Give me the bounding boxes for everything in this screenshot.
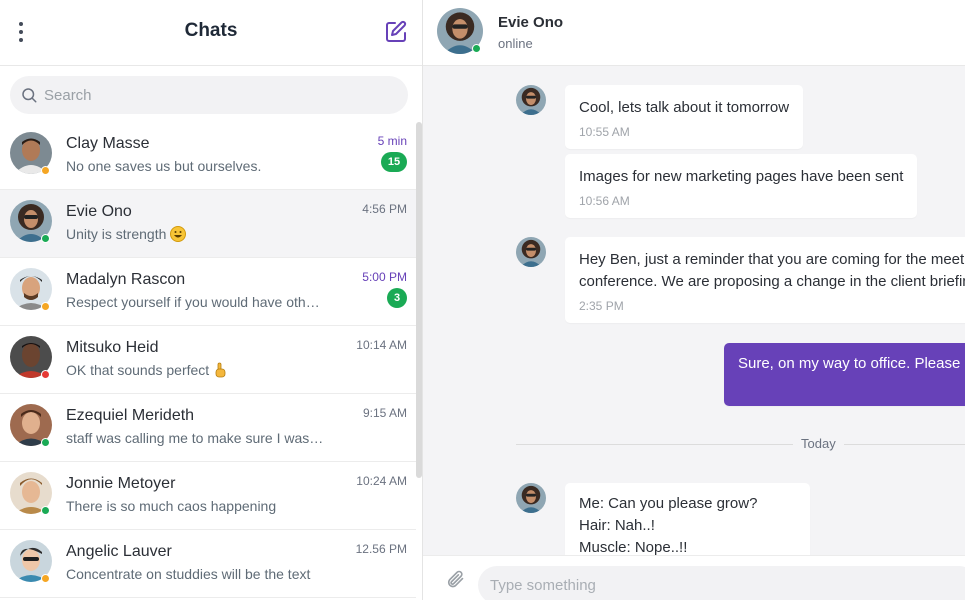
chat-preview: There is so much caos happening: [66, 498, 277, 514]
chat-list: Clay Masse No one saves us but ourselves…: [0, 122, 416, 600]
chat-item-ezequiel-merideth[interactable]: Ezequiel Merideth staff was calling me t…: [0, 394, 416, 462]
message-text-line: Me: Can you please grow?: [579, 495, 758, 512]
message-text: Images for new marketing pages have been…: [579, 168, 904, 185]
message-bubble-incoming: Images for new marketing pages have been…: [565, 154, 918, 218]
chat-name: Ezequiel Merideth: [66, 407, 195, 424]
conversation-header: Evie Ono online: [423, 0, 965, 66]
search-icon: [22, 88, 37, 103]
chat-time: 5:00 PM: [362, 270, 407, 284]
chat-item-jonnie-metoyer[interactable]: Jonnie Metoyer There is so much caos hap…: [0, 462, 416, 530]
message-time: 10:56 AM: [579, 194, 630, 208]
message-bubble-outgoing: Sure, on my way to office. Please give m…: [724, 343, 965, 406]
chat-preview-text: Unity is strength: [66, 226, 167, 243]
status-online-dot: [41, 438, 50, 447]
message-bubble-incoming: Hey Ben, just a reminder that you are co…: [565, 237, 965, 323]
unread-badge: 15: [381, 152, 407, 172]
chat-name: Clay Masse: [66, 135, 150, 152]
chat-name: Angelic Lauver: [66, 543, 172, 560]
chat-time: 4:56 PM: [362, 202, 407, 216]
conversation-panel: Evie Ono online Cool, lets talk about it…: [423, 0, 965, 600]
message-text: Cool, lets talk about it tomorrow: [579, 99, 790, 116]
chat-preview-text: OK that sounds perfect: [66, 362, 210, 379]
chat-item-evie-ono[interactable]: Evie Ono Unity is strength 4:56 PM: [0, 190, 416, 258]
paperclip-icon[interactable]: [445, 568, 465, 595]
chat-name: Madalyn Rascon: [66, 271, 186, 288]
message-text-line: conference. We are proposing a change in…: [579, 273, 965, 290]
chat-sidebar: Chats Clay Masse No one saves us but our…: [0, 0, 423, 600]
sidebar-header: Chats: [0, 0, 422, 66]
chat-preview: staff was calling me to make sure I was …: [66, 430, 326, 446]
chat-preview: Respect yourself if you would have other…: [66, 294, 326, 310]
search-bar: [10, 76, 408, 114]
contact-name: Evie Ono: [498, 14, 564, 31]
chat-time: 10:24 AM: [356, 474, 407, 488]
chat-list-scrollbar[interactable]: [416, 122, 422, 478]
chat-time: 9:15 AM: [362, 406, 407, 420]
status-away-dot: [41, 574, 50, 583]
date-divider-line: [516, 444, 965, 445]
search-input[interactable]: [44, 76, 384, 114]
date-divider-label: Today: [793, 436, 844, 451]
compose-icon[interactable]: [384, 20, 408, 44]
status-online-dot: [41, 234, 50, 243]
chat-preview: Unity is strength: [66, 226, 326, 245]
chat-time: 10:14 AM: [356, 338, 407, 352]
message-composer: [423, 555, 965, 600]
chat-item-clay-masse[interactable]: Clay Masse No one saves us but ourselves…: [0, 122, 416, 190]
grinning-face-emoji-icon: [170, 226, 187, 245]
chat-time: 5 min: [377, 134, 407, 148]
chat-name: Mitsuko Heid: [66, 339, 159, 356]
message-input[interactable]: [478, 566, 965, 600]
message-text-line: Hair: Nah..!: [579, 517, 655, 534]
chat-preview: OK that sounds perfect: [66, 362, 326, 381]
chat-name: Evie Ono: [66, 203, 132, 220]
contact-status: online: [498, 36, 533, 51]
unread-badge: 3: [387, 288, 407, 308]
message-avatar: [516, 85, 546, 115]
status-busy-dot: [41, 370, 50, 379]
chat-preview: No one saves us but ourselves.: [66, 158, 262, 174]
message-time: 2:35 PM: [579, 299, 624, 313]
chat-preview: Concentrate on studdies will be the text: [66, 566, 311, 582]
chat-item-angelic-lauver[interactable]: Angelic Lauver Concentrate on studdies w…: [0, 530, 416, 598]
status-online-dot: [41, 506, 50, 515]
message-avatar: [516, 237, 546, 267]
chat-item-madalyn-rascon[interactable]: Madalyn Rascon Respect yourself if you w…: [0, 258, 416, 326]
sidebar-title: Chats: [184, 20, 238, 41]
message-avatar: [516, 483, 546, 513]
message-text-line: Hey Ben, just a reminder that you are co…: [579, 251, 965, 268]
status-online-dot: [472, 44, 481, 53]
pointing-hand-emoji-icon: [213, 362, 227, 381]
chat-time: 12.56 PM: [355, 542, 407, 556]
status-away-dot: [41, 166, 50, 175]
status-away-dot: [41, 302, 50, 311]
message-bubble-incoming: Cool, lets talk about it tomorrow 10:55 …: [565, 85, 804, 149]
chat-item-mitsuko-heid[interactable]: Mitsuko Heid OK that sounds perfect 10:1…: [0, 326, 416, 394]
message-text: Sure, on my way to office. Please give m…: [738, 355, 965, 372]
message-time: 10:55 AM: [579, 125, 630, 139]
chat-name: Jonnie Metoyer: [66, 475, 176, 492]
